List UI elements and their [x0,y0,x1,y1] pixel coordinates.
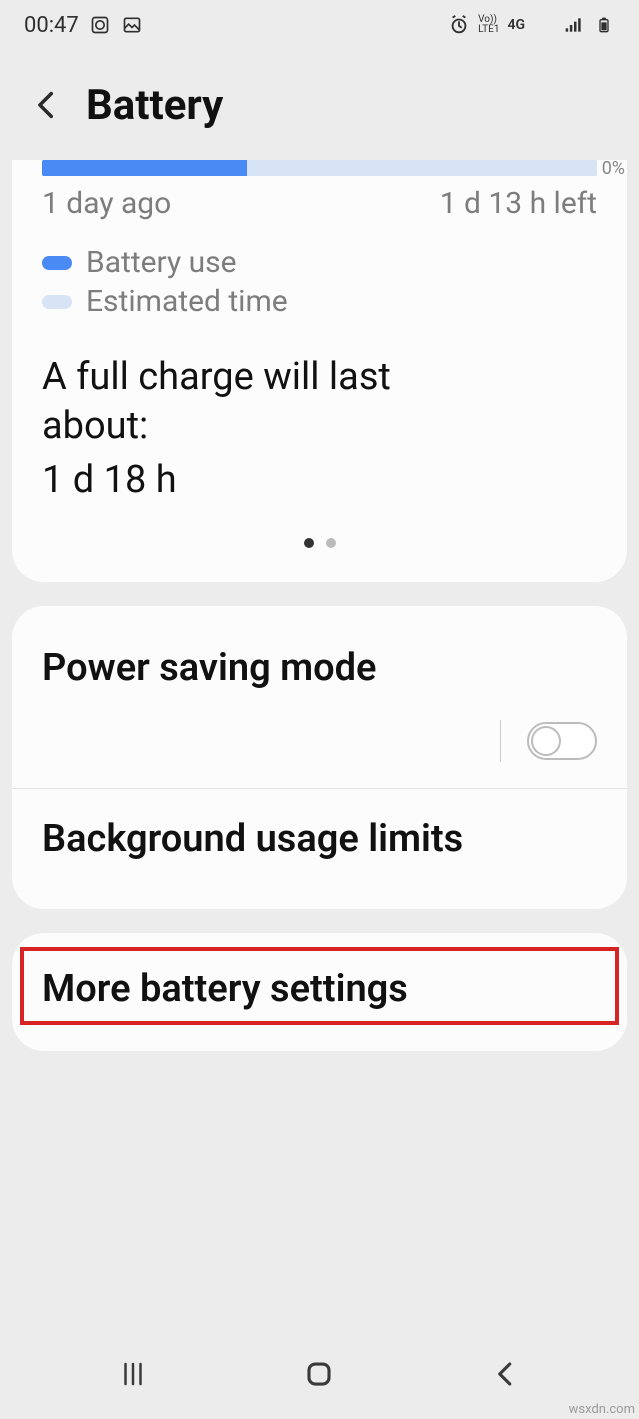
power-saving-row[interactable]: Power saving mode [42,646,597,762]
background-usage-row[interactable]: Background usage limits [42,789,597,901]
status-time: 00:47 [24,13,79,38]
timeline-remaining-label: 1 d 13 h left [440,186,597,221]
timeline-end-label: 0% [602,158,625,179]
legend-swatch-battery-use [42,256,72,270]
divider [500,720,501,762]
timeline-elapsed [42,160,247,176]
timeline-remaining [42,160,597,176]
legend-swatch-estimated [42,295,72,309]
status-bar: 00:47 Vo)) LTE1 4G [0,0,639,50]
alarm-set-icon [89,14,111,36]
volte-icon: Vo)) LTE1 [478,15,499,35]
page-title: Battery [86,81,223,130]
home-button[interactable] [301,1356,337,1392]
back-button[interactable] [488,1356,524,1392]
legend-label-battery-use: Battery use [86,245,237,280]
background-usage-label: Background usage limits [42,817,482,861]
network-type: 4G [507,17,525,33]
page-dot-2 [326,538,336,548]
timeline-start-label: 1 day ago [42,186,171,221]
more-battery-settings-card[interactable]: More battery settings [12,933,627,1051]
page-dot-1 [304,538,314,548]
navigation-bar [0,1339,639,1419]
recents-button[interactable] [115,1356,151,1392]
signal-icon [563,14,585,36]
picture-icon [121,14,143,36]
watermark: wsxdn.com [569,1402,635,1417]
data-arrows-icon [533,14,555,36]
power-saving-toggle[interactable] [527,722,597,760]
battery-icon [593,14,615,36]
legend-label-estimated: Estimated time [86,284,288,319]
legend: Battery use Estimated time [42,245,597,319]
page-indicator[interactable] [12,538,627,548]
power-saving-label: Power saving mode [42,646,597,690]
power-settings-card: Power saving mode Background usage limit… [12,606,627,909]
battery-usage-card: 0% 1 day ago 1 d 13 h left Battery use E… [12,160,627,582]
battery-timeline-bar[interactable]: 0% [42,160,597,176]
title-bar: Battery [0,50,639,160]
alarm-icon [448,14,470,36]
more-battery-settings-label: More battery settings [42,967,597,1011]
full-charge-label: A full charge will last about: [42,353,482,452]
toggle-knob [531,726,561,756]
full-charge-value: 1 d 18 h [42,458,597,502]
back-icon[interactable] [30,88,64,122]
